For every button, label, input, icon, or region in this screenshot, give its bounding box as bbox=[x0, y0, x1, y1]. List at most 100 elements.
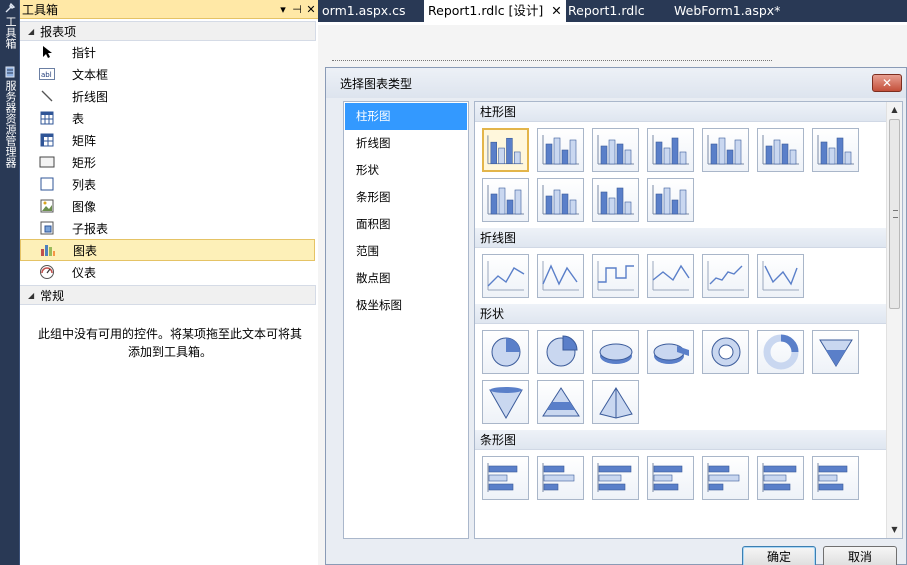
toolbox-panel: 工具箱 ▾ ⊣ ✕ ◢ 报表项 指针 abl 文本框 折线图 表 矩阵 矩形 列… bbox=[20, 0, 318, 565]
shape-chart-option-2[interactable] bbox=[537, 330, 584, 374]
toolbox-item-subreport[interactable]: 子报表 bbox=[20, 217, 318, 239]
toolbox-item-label: 仪表 bbox=[72, 265, 97, 280]
server-icon bbox=[5, 66, 15, 78]
ok-button[interactable]: 确定 bbox=[742, 546, 816, 565]
column-chart-option-2[interactable] bbox=[537, 128, 584, 172]
shape-chart-icon bbox=[818, 339, 853, 367]
column-chart-option-6[interactable] bbox=[757, 128, 804, 172]
tab-report-design[interactable]: Report1.rdlc [设计] ✕ bbox=[424, 0, 566, 22]
side-tab-toolbox[interactable]: 工具箱 bbox=[1, 2, 19, 52]
shape-chart-option-9[interactable] bbox=[537, 380, 584, 424]
line-icon bbox=[39, 88, 55, 104]
toolbox-dropdown-icon[interactable]: ▾ bbox=[276, 3, 290, 16]
line-chart-option-5[interactable] bbox=[702, 254, 749, 298]
line-chart-option-2[interactable] bbox=[537, 254, 584, 298]
toolbox-item-rectangle[interactable]: 矩形 bbox=[20, 151, 318, 173]
column-chart-option-5[interactable] bbox=[702, 128, 749, 172]
shape-chart-option-6[interactable] bbox=[757, 330, 804, 374]
tab-webform[interactable]: WebForm1.aspx* bbox=[670, 0, 784, 22]
bar-chart-option-3[interactable] bbox=[592, 456, 639, 500]
bar-chart-icon bbox=[707, 463, 739, 492]
toolbox-item-list[interactable]: 列表 bbox=[20, 173, 318, 195]
side-tab-server-explorer[interactable]: 服务器资源管理器 bbox=[1, 66, 19, 171]
gauge-icon bbox=[39, 264, 55, 280]
shape-chart-option-3[interactable] bbox=[592, 330, 639, 374]
toolbox-item-gauge[interactable]: 仪表 bbox=[20, 261, 318, 283]
shape-chart-option-5[interactable] bbox=[702, 330, 749, 374]
toolbox-item-label: 矩形 bbox=[72, 155, 97, 170]
toolbox-item-chart[interactable]: 图表 bbox=[20, 239, 315, 261]
category-bar[interactable]: 条形图 bbox=[345, 184, 467, 211]
toolbox-item-table[interactable]: 表 bbox=[20, 107, 318, 129]
bar-chart-icon bbox=[762, 463, 796, 492]
tab-close-icon[interactable]: ✕ bbox=[551, 3, 561, 18]
toolbox-title-bar: 工具箱 ▾ ⊣ ✕ bbox=[20, 0, 318, 19]
line-chart-option-1[interactable] bbox=[482, 254, 529, 298]
category-scatter[interactable]: 散点图 bbox=[345, 265, 467, 292]
toolbox-item-image[interactable]: 图像 bbox=[20, 195, 318, 217]
toolbox-item-label: 图像 bbox=[72, 199, 97, 214]
toolbox-item-label: 表 bbox=[72, 111, 85, 126]
category-area[interactable]: 面积图 bbox=[345, 211, 467, 238]
toolbox-close-icon[interactable]: ✕ bbox=[304, 3, 318, 16]
shape-chart-icon bbox=[598, 387, 633, 419]
shape-chart-icon bbox=[541, 387, 580, 417]
line-chart-option-6[interactable] bbox=[757, 254, 804, 298]
shape-chart-option-10[interactable] bbox=[592, 380, 639, 424]
column-chart-icon bbox=[762, 135, 799, 165]
pointer-icon bbox=[39, 44, 55, 60]
list-icon bbox=[39, 176, 55, 192]
toolbox-item-matrix[interactable]: 矩阵 bbox=[20, 129, 318, 151]
dialog-title-bar: 选择图表类型 ✕ bbox=[326, 68, 906, 98]
column-chart-option-9[interactable] bbox=[537, 178, 584, 222]
shape-chart-option-1[interactable] bbox=[482, 330, 529, 374]
scroll-up-arrow-icon[interactable]: ▲ bbox=[887, 102, 902, 118]
bar-chart-option-1[interactable] bbox=[482, 456, 529, 500]
column-chart-option-8[interactable] bbox=[482, 178, 529, 222]
scroll-thumb[interactable] bbox=[889, 119, 900, 309]
textbox-icon: abl bbox=[39, 66, 55, 82]
visual-studio-window: 工具箱 服务器资源管理器 工具箱 ▾ ⊣ ✕ ◢ 报表项 指针 abl 文本框 … bbox=[0, 0, 907, 565]
bar-chart-option-5[interactable] bbox=[702, 456, 749, 500]
group-header-report-items[interactable]: ◢ 报表项 bbox=[20, 21, 316, 41]
tab-report[interactable]: Report1.rdlc bbox=[564, 0, 649, 22]
shape-chart-option-8[interactable] bbox=[482, 380, 529, 424]
toolbox-pin-icon[interactable]: ⊣ bbox=[290, 3, 304, 16]
bar-chart-option-2[interactable] bbox=[537, 456, 584, 500]
gallery-vertical-scrollbar[interactable]: ▲ ▼ bbox=[886, 102, 902, 538]
side-tab-server-explorer-label: 服务器资源管理器 bbox=[4, 80, 17, 168]
bar-chart-option-7[interactable] bbox=[812, 456, 859, 500]
collapse-arrow-icon: ◢ bbox=[28, 290, 35, 300]
tab-label: WebForm1.aspx* bbox=[674, 3, 781, 18]
column-chart-option-10[interactable] bbox=[592, 178, 639, 222]
side-tab-toolbox-label: 工具箱 bbox=[4, 16, 17, 49]
group-header-general[interactable]: ◢ 常规 bbox=[20, 285, 316, 305]
bar-chart-option-4[interactable] bbox=[647, 456, 694, 500]
column-chart-option-1[interactable] bbox=[482, 128, 529, 172]
rectangle-icon bbox=[39, 154, 55, 170]
cancel-button[interactable]: 取消 bbox=[823, 546, 897, 565]
category-line[interactable]: 折线图 bbox=[345, 130, 467, 157]
column-chart-option-11[interactable] bbox=[647, 178, 694, 222]
bar-chart-option-6[interactable] bbox=[757, 456, 804, 500]
toolbox-item-pointer[interactable]: 指针 bbox=[20, 41, 318, 63]
toolbox-item-textbox[interactable]: abl 文本框 bbox=[20, 63, 318, 85]
dialog-close-button[interactable]: ✕ bbox=[872, 74, 902, 92]
matrix-icon bbox=[39, 132, 55, 148]
column-chart-option-4[interactable] bbox=[647, 128, 694, 172]
shape-chart-option-7[interactable] bbox=[812, 330, 859, 374]
column-chart-option-7[interactable] bbox=[812, 128, 859, 172]
category-polar[interactable]: 极坐标图 bbox=[345, 292, 467, 319]
category-column[interactable]: 柱形图 bbox=[345, 103, 467, 130]
section-header-shape: 形状 bbox=[475, 304, 902, 324]
line-chart-option-4[interactable] bbox=[647, 254, 694, 298]
chart-category-list: 柱形图 折线图 形状 条形图 面积图 范围 散点图 极坐标图 bbox=[343, 101, 469, 539]
shape-chart-option-4[interactable] bbox=[647, 330, 694, 374]
tab-webform-code[interactable]: orm1.aspx.cs bbox=[318, 0, 410, 22]
toolbox-item-line[interactable]: 折线图 bbox=[20, 85, 318, 107]
column-chart-option-3[interactable] bbox=[592, 128, 639, 172]
line-chart-option-3[interactable] bbox=[592, 254, 639, 298]
category-shape[interactable]: 形状 bbox=[345, 157, 467, 184]
scroll-down-arrow-icon[interactable]: ▼ bbox=[887, 522, 902, 538]
category-range[interactable]: 范围 bbox=[345, 238, 467, 265]
